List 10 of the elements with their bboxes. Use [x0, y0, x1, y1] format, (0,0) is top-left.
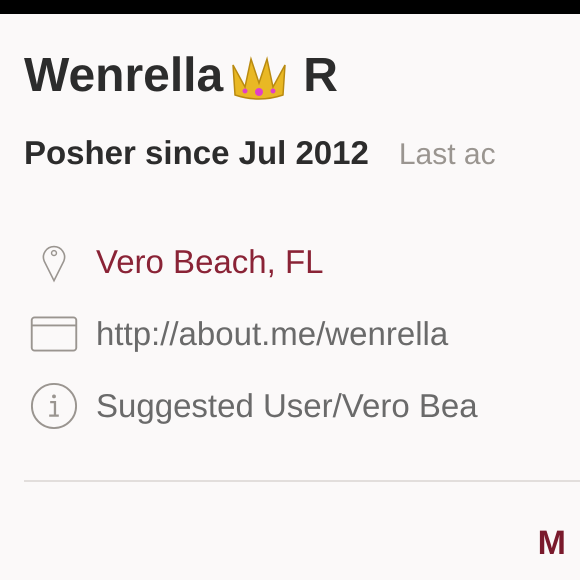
browser-window-icon: [30, 316, 78, 352]
posher-since-text: Posher since Jul 2012: [24, 134, 369, 172]
profile-name: Wenrella: [24, 48, 224, 104]
last-active-text: Last ac: [398, 138, 496, 172]
website-link[interactable]: http://about.me/wenrella: [96, 315, 448, 353]
more-link[interactable]: M: [538, 524, 580, 563]
info-icon: [30, 382, 78, 430]
location-link[interactable]: Vero Beach, FL: [96, 243, 324, 281]
info-text: Suggested User/Vero Bea: [96, 387, 478, 425]
profile-last-initial: R: [303, 48, 338, 104]
